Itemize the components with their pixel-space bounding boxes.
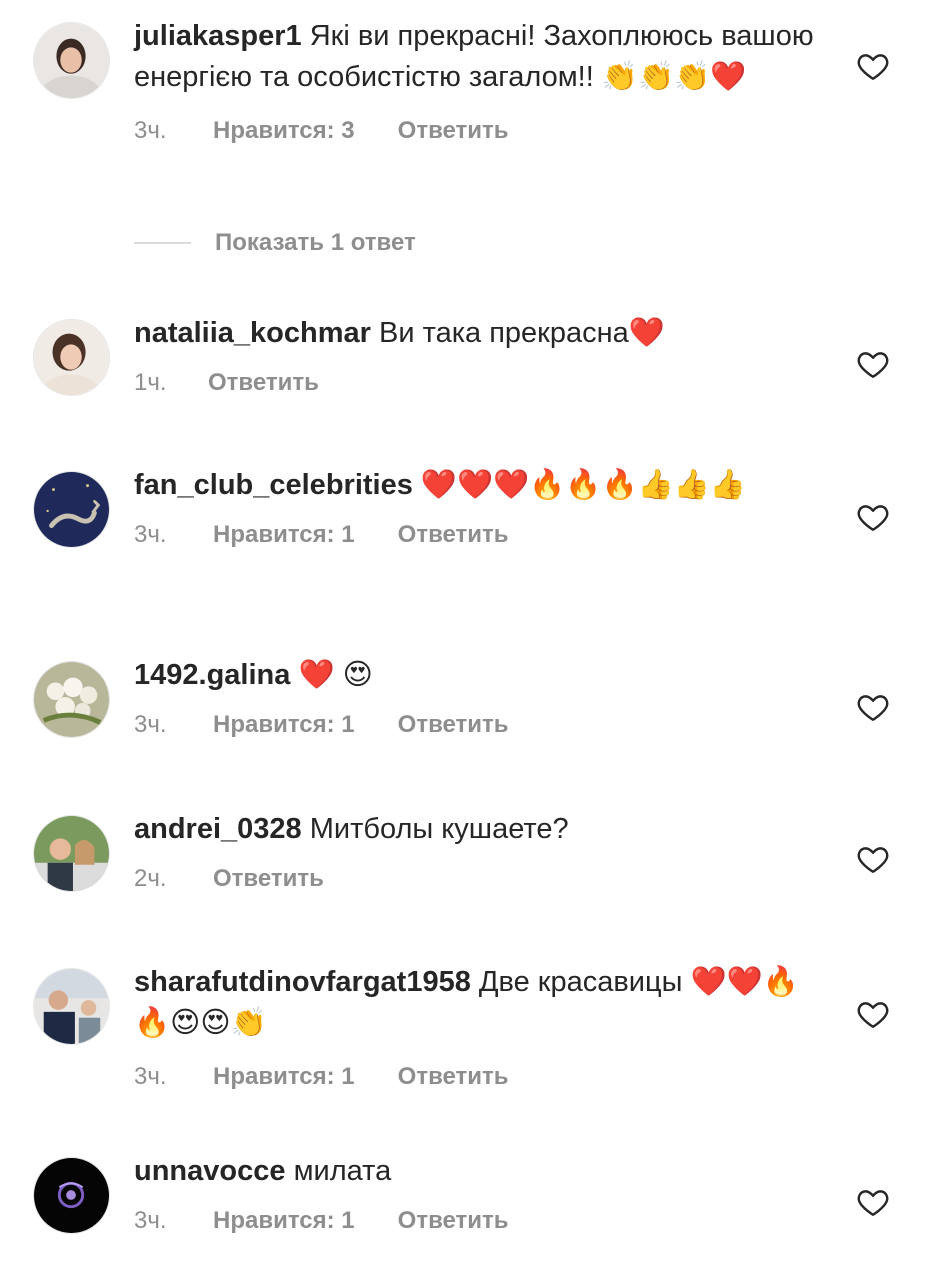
comment-content: ❤️ 😍	[298, 659, 373, 691]
comment-content: Митболы кушаете?	[309, 813, 569, 845]
comment-text: 1492.galina ❤️ 😍	[134, 655, 824, 696]
comment-text: unnavocce милата	[134, 1151, 824, 1192]
view-replies-label[interactable]: Показать 1 ответ	[215, 229, 416, 257]
avatar[interactable]	[33, 22, 110, 99]
comment-body: nataliia_kochmar Ви така прекрасна❤️ 1ч.…	[134, 313, 824, 400]
likes-count-button[interactable]: Нравится: 1	[213, 521, 355, 549]
comment-text: juliakasper1 Які ви прекрасні! Захоплююс…	[134, 16, 824, 98]
avatar[interactable]	[33, 1157, 110, 1234]
comment-meta: 2ч. Ответить	[134, 862, 824, 896]
reply-button[interactable]: Ответить	[213, 865, 324, 893]
comment-text: fan_club_celebrities ❤️❤️❤️🔥🔥🔥👍👍👍	[134, 465, 824, 506]
reply-button[interactable]: Ответить	[398, 1207, 509, 1235]
divider-line	[134, 242, 191, 244]
comment-meta: 3ч. Нравится: 1 Ответить	[134, 708, 824, 742]
comment-meta: 3ч. Нравится: 3 Ответить	[134, 114, 824, 148]
reply-button[interactable]: Ответить	[208, 369, 319, 397]
comment-content: Ви така прекрасна❤️	[379, 317, 665, 349]
comment-meta: 3ч. Нравится: 1 Ответить	[134, 518, 824, 552]
comment-content: ❤️❤️❤️🔥🔥🔥👍👍👍	[420, 469, 746, 501]
comment-time: 3ч.	[134, 1207, 167, 1234]
comment-meta: 1ч. Ответить	[134, 366, 824, 400]
comment-meta: 3ч. Нравится: 1 Ответить	[134, 1060, 824, 1094]
comment-time: 3ч.	[134, 521, 167, 548]
comment-username[interactable]: andrei_0328	[134, 813, 302, 845]
likes-count-button[interactable]: Нравится: 3	[213, 117, 355, 145]
comment-body: 1492.galina ❤️ 😍 3ч. Нравится: 1 Ответит…	[134, 655, 824, 742]
comment-username[interactable]: juliakasper1	[134, 20, 302, 52]
like-heart-icon[interactable]	[856, 842, 890, 876]
comment-username[interactable]: nataliia_kochmar	[134, 317, 371, 349]
comment-time: 3ч.	[134, 711, 167, 738]
likes-count-button[interactable]: Нравится: 1	[213, 711, 355, 739]
like-heart-icon[interactable]	[856, 500, 890, 534]
likes-count-button[interactable]: Нравится: 1	[213, 1063, 355, 1091]
likes-count-button[interactable]: Нравится: 1	[213, 1207, 355, 1235]
comment-content: милата	[293, 1155, 392, 1187]
comment-username[interactable]: sharafutdinovfargat1958	[134, 966, 471, 998]
comment-body: juliakasper1 Які ви прекрасні! Захоплююс…	[134, 16, 824, 148]
avatar[interactable]	[33, 471, 110, 548]
comment-body: unnavocce милата 3ч. Нравится: 1 Ответит…	[134, 1151, 824, 1238]
reply-button[interactable]: Ответить	[398, 1063, 509, 1091]
view-replies-button[interactable]: Показать 1 ответ	[134, 228, 416, 258]
like-heart-icon[interactable]	[856, 1185, 890, 1219]
avatar[interactable]	[33, 319, 110, 396]
comment-text: andrei_0328 Митболы кушаете?	[134, 809, 824, 850]
avatar[interactable]	[33, 661, 110, 738]
avatar[interactable]	[33, 968, 110, 1045]
comment-username[interactable]: unnavocce	[134, 1155, 286, 1187]
comment-text: nataliia_kochmar Ви така прекрасна❤️	[134, 313, 824, 354]
like-heart-icon[interactable]	[856, 690, 890, 724]
comment-time: 2ч.	[134, 865, 167, 892]
like-heart-icon[interactable]	[856, 997, 890, 1031]
comment-text: sharafutdinovfargat1958 Две красавицы ❤️…	[134, 962, 824, 1044]
like-heart-icon[interactable]	[856, 49, 890, 83]
reply-button[interactable]: Ответить	[398, 521, 509, 549]
comment-body: sharafutdinovfargat1958 Две красавицы ❤️…	[134, 962, 824, 1094]
comment-username[interactable]: 1492.galina	[134, 659, 290, 691]
comment-time: 3ч.	[134, 117, 167, 144]
comment-username[interactable]: fan_club_celebrities	[134, 469, 413, 501]
comment-time: 1ч.	[134, 369, 167, 396]
like-heart-icon[interactable]	[856, 347, 890, 381]
reply-button[interactable]: Ответить	[398, 117, 509, 145]
avatar[interactable]	[33, 815, 110, 892]
comment-body: andrei_0328 Митболы кушаете? 2ч. Ответит…	[134, 809, 824, 896]
comment-meta: 3ч. Нравится: 1 Ответить	[134, 1204, 824, 1238]
comment-body: fan_club_celebrities ❤️❤️❤️🔥🔥🔥👍👍👍 3ч. Нр…	[134, 465, 824, 552]
reply-button[interactable]: Ответить	[398, 711, 509, 739]
comment-time: 3ч.	[134, 1063, 167, 1090]
